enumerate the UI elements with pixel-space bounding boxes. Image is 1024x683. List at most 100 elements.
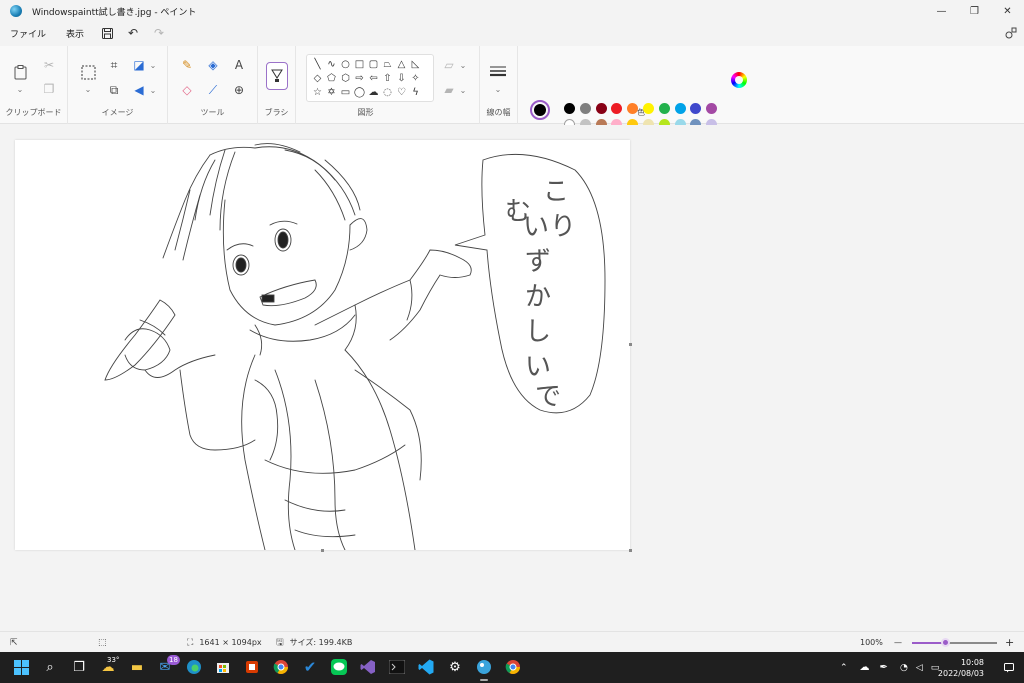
paste-dropdown-icon[interactable]: ⌄: [15, 84, 25, 94]
four-point-star-shape-icon[interactable]: ✧: [409, 72, 422, 85]
rect-callout-shape-icon[interactable]: ▭: [339, 86, 352, 99]
cut-icon[interactable]: ✂: [40, 56, 58, 74]
account-settings-icon[interactable]: [1004, 26, 1018, 40]
edge-icon[interactable]: [184, 657, 204, 677]
menu-file[interactable]: ファイル: [0, 27, 56, 40]
line-width-dropdown-icon[interactable]: ⌄: [493, 84, 503, 94]
clock[interactable]: 10:08 2022/08/03: [938, 657, 984, 679]
round-callout-shape-icon[interactable]: ◌: [381, 86, 394, 99]
color-swatch[interactable]: [564, 103, 575, 114]
status-bar: ⇱ ⬚ ⛶ 1641 × 1094px 🖫 サイズ: 199.4KB 100% …: [0, 631, 1024, 652]
search-icon[interactable]: ⌕: [40, 657, 60, 677]
maximize-button[interactable]: ❐: [958, 0, 991, 22]
store-icon[interactable]: [213, 657, 233, 677]
vscode-icon[interactable]: [416, 657, 436, 677]
arrow-up-shape-icon[interactable]: ⇧: [381, 72, 394, 85]
pentagon-shape-icon[interactable]: ⬠: [325, 72, 338, 85]
onedrive-icon[interactable]: ☁: [860, 662, 870, 673]
select-dropdown-icon[interactable]: ⌄: [83, 84, 93, 94]
zoom-out-button[interactable]: —: [894, 632, 902, 653]
diamond-shape-icon[interactable]: ◇: [311, 72, 324, 85]
selection-size: ⬚: [98, 632, 113, 653]
color-swatch[interactable]: [643, 103, 654, 114]
brush-button[interactable]: [266, 62, 288, 90]
hexagon-shape-icon[interactable]: ⬡: [339, 72, 352, 85]
oval-callout-shape-icon[interactable]: ◯: [353, 86, 366, 99]
pen-icon[interactable]: ✒: [880, 662, 888, 673]
color-swatch[interactable]: [674, 103, 686, 114]
minimize-button[interactable]: —: [925, 0, 958, 22]
crop-icon[interactable]: ⌗: [105, 56, 123, 74]
office-icon[interactable]: [242, 657, 262, 677]
pencil-icon[interactable]: ✎: [178, 56, 196, 74]
undo-icon[interactable]: ↶: [120, 22, 146, 44]
rounded-rectangle-shape-icon[interactable]: ▢: [367, 58, 380, 71]
canvas-resize-handle-right[interactable]: [629, 343, 632, 346]
chrome-icon[interactable]: [271, 657, 291, 677]
rectangle-shape-icon[interactable]: □: [353, 58, 366, 71]
rotate-dropdown-icon[interactable]: ⌄: [148, 60, 158, 70]
outline-dropdown-icon[interactable]: ⌄: [458, 60, 468, 70]
tray-chevron-icon[interactable]: ⌃: [840, 663, 848, 673]
chrome-2-icon[interactable]: [503, 657, 523, 677]
primary-color[interactable]: [530, 100, 550, 120]
edit-colors-icon[interactable]: [731, 72, 747, 88]
arrow-down-shape-icon[interactable]: ⇩: [395, 72, 408, 85]
start-icon[interactable]: [11, 657, 31, 677]
canvas-resize-handle-bottom[interactable]: [321, 549, 324, 552]
paint-taskbar-icon[interactable]: [474, 657, 494, 681]
line-shape-icon[interactable]: ╲: [311, 58, 324, 71]
right-triangle-shape-icon[interactable]: ◺: [409, 58, 422, 71]
color-swatch[interactable]: [579, 103, 591, 114]
shape-fill-icon[interactable]: ▰: [440, 81, 458, 99]
lightning-shape-icon[interactable]: ϟ: [409, 86, 422, 99]
color-swatch[interactable]: [658, 103, 670, 114]
shape-fill-dropdown-icon[interactable]: ⌄: [458, 85, 468, 95]
resize-icon[interactable]: ⧉: [105, 81, 123, 99]
outline-icon[interactable]: ▱: [440, 56, 458, 74]
todo-icon[interactable]: ✔: [300, 657, 320, 677]
notification-icon[interactable]: [1004, 652, 1014, 683]
visual-studio-icon[interactable]: [358, 657, 378, 677]
settings-icon[interactable]: ⚙: [445, 657, 465, 677]
heart-shape-icon[interactable]: ♡: [395, 86, 408, 99]
flip-icon[interactable]: ◀: [130, 81, 148, 99]
zoom-slider-thumb[interactable]: [941, 638, 950, 647]
copy-icon[interactable]: ❐: [40, 80, 58, 98]
menu-view[interactable]: 表示: [56, 27, 94, 40]
wifi-icon[interactable]: ◔: [900, 663, 908, 673]
drawing-canvas[interactable]: こ り い む ず か し い で: [15, 140, 630, 550]
color-picker-icon[interactable]: ⟋: [204, 81, 222, 99]
cloud-callout-shape-icon[interactable]: ☁: [367, 86, 380, 99]
save-icon[interactable]: [94, 22, 120, 44]
speech-line-9: で: [535, 382, 561, 412]
curve-shape-icon[interactable]: ∿: [325, 58, 338, 71]
arrow-left-shape-icon[interactable]: ⇦: [367, 72, 380, 85]
six-point-star-shape-icon[interactable]: ✡: [325, 86, 338, 99]
arrow-right-shape-icon[interactable]: ⇨: [353, 72, 366, 85]
color-swatch[interactable]: [595, 103, 607, 114]
zoom-slider[interactable]: [912, 638, 997, 647]
task-view-icon[interactable]: ❐: [69, 657, 89, 677]
paste-icon[interactable]: [11, 63, 29, 81]
close-button[interactable]: ✕: [991, 0, 1024, 22]
select-icon[interactable]: [79, 63, 97, 81]
redo-icon[interactable]: ↷: [146, 22, 172, 44]
zoom-in-button[interactable]: +: [1005, 632, 1014, 653]
text-icon[interactable]: A: [230, 56, 248, 74]
flip-dropdown-icon[interactable]: ⌄: [148, 85, 158, 95]
triangle-shape-icon[interactable]: △: [395, 58, 408, 71]
canvas-resize-handle-corner[interactable]: [629, 549, 632, 552]
fill-icon[interactable]: ◈: [204, 56, 222, 74]
line-app-icon[interactable]: [329, 657, 349, 677]
line-width-icon[interactable]: [489, 62, 507, 80]
terminal-icon[interactable]: [387, 657, 407, 677]
five-point-star-shape-icon[interactable]: ☆: [311, 86, 324, 99]
oval-shape-icon[interactable]: ○: [339, 58, 352, 71]
rotate-icon[interactable]: ◪: [130, 56, 148, 74]
eraser-icon[interactable]: ◇: [178, 81, 196, 99]
magnifier-icon[interactable]: ⊕: [230, 81, 248, 99]
file-explorer-icon[interactable]: ▬: [127, 657, 147, 677]
volume-icon[interactable]: ◁: [916, 663, 923, 673]
polygon-shape-icon[interactable]: ⏢: [381, 58, 394, 71]
